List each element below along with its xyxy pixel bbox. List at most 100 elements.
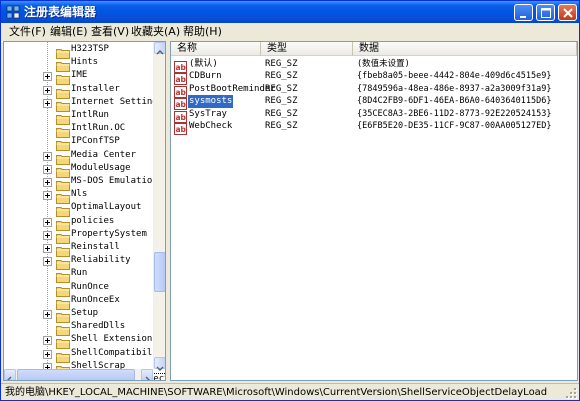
expand-plus-icon[interactable] [43,310,52,319]
value-row[interactable]: ab (默认) REG_SZ (数值未设置) [171,58,571,73]
expand-plus-icon[interactable] [43,85,52,95]
value-type: REG_SZ [265,121,298,131]
tree-item[interactable]: IPConfTSP [4,135,154,152]
tree-item-label: ShellCompatibility [71,347,166,358]
tree-item[interactable]: IntlRun [4,109,154,125]
expand-plus-icon[interactable] [43,244,52,253]
tree-item[interactable]: Media Center [4,149,154,165]
column-data-label: 数据 [359,43,379,54]
value-data: {35CEC8A3-2BE6-11D2-8773-92E220524153} [357,108,552,119]
tree-item[interactable]: IntlRun.OC [4,122,154,139]
arrow-right-icon [145,376,150,380]
title-bar[interactable]: 注册表编辑器 [1,1,579,23]
scroll-down-button[interactable] [154,357,165,371]
value-name: SysTray [189,108,227,119]
menu-edit[interactable]: 编辑(E) [50,25,88,39]
tree-item-label: RunOnce [71,281,109,292]
menu-view[interactable]: 查看(V) [91,25,129,39]
value-row[interactable]: ab SysTray REG_SZ {35CEC8A3-2BE6-11D2-8773-… [171,108,571,123]
value-name: PostBootReminder [189,83,276,94]
tree-item[interactable]: ShellCompatibility [4,347,165,363]
tree-item-label: Media Center [71,149,137,160]
tree-item[interactable]: Hints [4,56,154,73]
expand-plus-icon[interactable] [43,72,52,82]
tree-item[interactable]: OptimalLayout [4,201,154,218]
arrow-left-icon [7,376,12,380]
values-list-pane[interactable]: 名称 类型 数据 ab (默认) REG_SZ (数值未设置) ab CDBurn REG_… [170,41,578,381]
tree-vertical-scrollbar[interactable] [153,42,165,371]
resize-grip-icon[interactable] [566,388,577,399]
string-value-icon: ab [174,70,187,86]
arrow-down-icon [156,366,164,371]
minimize-button[interactable] [514,4,533,21]
column-header-name[interactable]: 名称 [171,42,261,56]
key-tree-pane[interactable]: H323TSP Hints IME Installer Internet Setting… [3,41,166,381]
expand-plus-icon[interactable] [43,217,52,227]
expand-plus-icon[interactable] [43,230,52,240]
close-button[interactable] [558,4,577,21]
tree-item[interactable]: H323TSP [4,43,154,59]
string-value-icon: ab [174,95,187,111]
tree-item-label: OptimalLayout [71,202,142,213]
tree-item-label: IntlRun [71,110,109,120]
expand-plus-icon[interactable] [43,164,52,174]
tree-item[interactable]: MS-DOS Emulation [4,175,158,191]
folder-icon [56,216,70,231]
value-row[interactable]: ab WebCheck REG_SZ {E6FB5E20-DE35-11CF-9C87… [171,120,571,135]
horizontal-scroll-thumb[interactable] [17,369,135,380]
expand-plus-icon[interactable] [43,178,52,187]
folder-icon [56,110,70,125]
expand-plus-icon[interactable] [43,191,52,201]
tree-item[interactable]: Nls [4,188,154,205]
menu-bar: 文件(F) 编辑(E) 查看(V) 收藏夹(A) 帮助(H) [1,23,579,42]
menu-file[interactable]: 文件(F) [9,25,46,39]
scroll-up-button[interactable] [154,42,165,55]
value-type: REG_SZ [265,108,298,119]
value-row[interactable]: ab sysmosts REG_SZ {8D4C2FB9-6DF1-46EA-B6A0… [171,95,571,111]
column-header-type[interactable]: 类型 [261,42,353,56]
tree-horizontal-scrollbar[interactable] [4,369,153,380]
tree-item-label: ModuleUsage [71,162,131,173]
maximize-button[interactable] [536,4,555,21]
tree-item[interactable]: Setup [4,307,154,323]
value-type: REG_SZ [265,59,298,69]
expand-plus-icon[interactable] [43,336,52,346]
tree-item[interactable]: Reinstall [4,241,154,257]
tree-item[interactable]: IME [4,69,154,86]
tree-item[interactable]: RunOnce [4,281,154,297]
tree-item[interactable]: RunOnceEx [4,294,154,310]
folder-icon [56,348,70,363]
value-data: {7849596a-48ea-486e-8937-a2a3009f31a9} [357,83,552,94]
folder-icon [56,334,70,350]
folder-icon [56,229,70,244]
tree-item[interactable]: Shell Extensions [4,333,158,350]
string-value-icon: ab [174,83,187,98]
expand-plus-icon[interactable] [43,151,52,161]
value-data: {E6FB5E20-DE35-11CF-9C87-00AA005127ED} [357,121,552,131]
folder-icon [56,268,70,284]
folder-icon [56,321,70,337]
tree-item[interactable]: Installer [4,83,154,99]
value-row[interactable]: ab CDBurn REG_SZ {fbeb8a05-beee-4442-804e-4… [171,70,571,86]
tree-item[interactable]: ModuleUsage [4,162,154,178]
tree-item[interactable]: SharedDlls [4,320,154,337]
tree-item[interactable]: PropertySystem [4,228,154,244]
expand-plus-icon[interactable] [43,257,52,267]
tree-item[interactable]: Internet Settings [4,96,163,112]
arrow-up-icon [156,50,164,55]
folder-icon [56,150,70,165]
scroll-left-button[interactable] [4,369,16,380]
column-type-label: 类型 [267,43,287,54]
menu-help[interactable]: 帮助(H) [183,25,222,39]
expand-plus-icon[interactable] [43,98,52,108]
tree-item[interactable]: Reliability [4,254,154,271]
scroll-right-button[interactable] [141,369,153,380]
expand-plus-icon[interactable] [43,349,52,359]
scroll-thumb[interactable] [154,252,165,292]
value-type: REG_SZ [265,96,298,107]
menu-favorites[interactable]: 收藏夹(A) [131,25,180,39]
tree-item[interactable]: Run [4,267,154,284]
value-row[interactable]: ab PostBootReminder REG_SZ {7849596a-48ea-4… [171,83,571,98]
column-header-data[interactable]: 数据 [353,42,577,56]
tree-item[interactable]: policies [4,215,154,231]
